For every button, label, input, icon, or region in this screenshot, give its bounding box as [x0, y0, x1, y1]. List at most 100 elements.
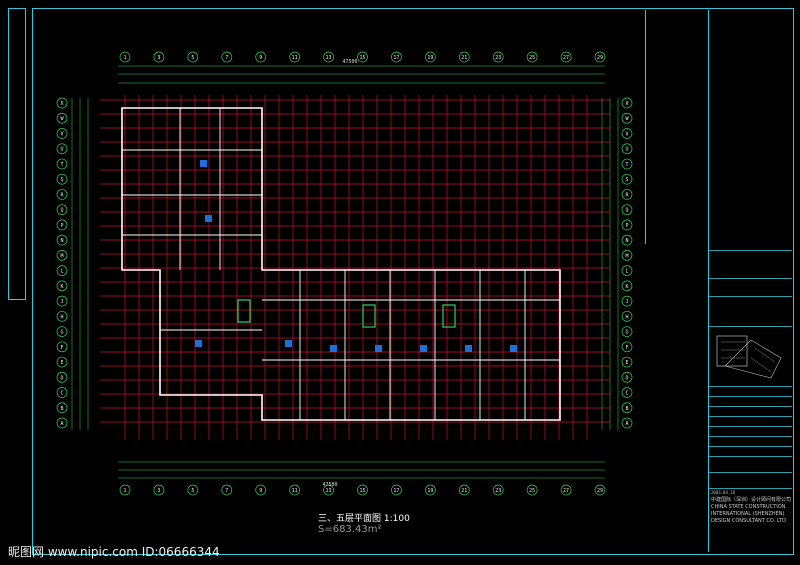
overall-dimension: 47500 [342, 59, 357, 65]
room-tag [205, 215, 212, 222]
axis-label: 17 [393, 488, 399, 494]
tb-row [709, 296, 792, 326]
axis-label: 7 [225, 55, 228, 61]
axis-label: K [60, 284, 63, 290]
drawing-area: S=683.43m² [318, 524, 382, 535]
tb-row [709, 278, 792, 296]
axis-label: G [60, 330, 63, 336]
axis-label: Q [625, 208, 628, 214]
axis-label: J [60, 299, 63, 305]
axis-label: 1 [123, 55, 126, 61]
axis-label: G [625, 330, 628, 336]
room-tag [465, 345, 472, 352]
axis-label: Q [60, 208, 63, 214]
axis-label: H [625, 314, 628, 320]
axis-label: W [60, 116, 64, 122]
tb-row [709, 386, 792, 396]
building-outline [121, 107, 561, 421]
axis-label: 15 [359, 488, 365, 494]
axis-label: 13 [326, 488, 332, 494]
axis-label: 9 [259, 488, 262, 494]
room-tag [200, 160, 207, 167]
tb-row [709, 456, 792, 472]
axis-label: T [625, 162, 628, 168]
axis-label: R [625, 192, 629, 198]
axis-bubbles-left: X W V U T S R Q P N M L K J H G F E D C B A [56, 97, 68, 429]
tb-row [709, 446, 792, 456]
axis-label: L [625, 269, 628, 275]
axis-label: X [625, 101, 628, 107]
walls [121, 107, 561, 421]
axis-label: U [625, 147, 628, 153]
company-block: 中建国际（深圳）设计顾问有限公司 CHINA STATE CONSTRUCTIO… [711, 497, 791, 525]
axis-label: 23 [495, 55, 501, 61]
watermark: 昵图网 www.nipic.com ID:06666344 [8, 545, 220, 559]
axis-label: C [60, 391, 63, 397]
tb-row [709, 436, 792, 446]
axis-label: 11 [292, 55, 298, 61]
room-tag [285, 340, 292, 347]
axis-label: 7 [225, 488, 228, 494]
axis-label: 29 [597, 55, 603, 61]
company-line: CHINA STATE CONSTRUCTION [711, 504, 786, 510]
notes-panel [645, 10, 713, 244]
tb-row [709, 406, 792, 416]
axis-label: B [625, 406, 628, 412]
axis-label: 15 [359, 55, 365, 61]
axis-label: U [60, 147, 63, 153]
axis-label: T [60, 162, 63, 168]
company-line: INTERNATIONAL (SHENZHEN) [711, 511, 785, 517]
key-plan [709, 326, 792, 386]
company-line: 中建国际（深圳）设计顾问有限公司 [711, 497, 792, 503]
axis-label: 19 [427, 488, 433, 494]
axis-label: 23 [495, 488, 501, 494]
room-tag [195, 340, 202, 347]
axis-label: A [625, 421, 628, 427]
tb-row [709, 426, 792, 436]
overall-dimension: 47500 [322, 482, 337, 488]
axis-label: M [625, 253, 628, 259]
axis-label: N [625, 238, 628, 244]
axis-label: B [60, 406, 63, 412]
axis-label: 13 [326, 55, 332, 61]
axis-label: 25 [529, 55, 535, 61]
axis-label: S [625, 177, 628, 183]
cad-sheet: 1 3 5 7 9 11 13 15 17 19 21 23 25 27 29 XWVUTSRQPNMLKJ… [0, 0, 800, 565]
axis-label: 11 [292, 488, 298, 494]
axis-label: 17 [393, 55, 399, 61]
axis-label: E [60, 360, 63, 366]
axis-label: 5 [191, 55, 194, 61]
title-block: 2003.04.18 [708, 10, 792, 552]
axis-label: D [60, 375, 63, 381]
room-tag [420, 345, 427, 352]
axis-label: 1 [123, 488, 126, 494]
axis-label: F [60, 345, 63, 351]
key-plan-thumbnail [716, 335, 782, 379]
axis-label: V [60, 131, 63, 137]
axis-label: X [60, 101, 63, 107]
axis-label: C [625, 391, 628, 397]
room-tag [375, 345, 382, 352]
axis-label: V [625, 131, 628, 137]
axis-label: J [625, 299, 628, 305]
axis-label: M [60, 253, 63, 259]
axis-label: K [625, 284, 628, 290]
axis-label: 27 [563, 488, 569, 494]
room-tag [510, 345, 517, 352]
room-tag [330, 345, 337, 352]
axis-label: D [625, 375, 628, 381]
axis-label: H [60, 314, 63, 320]
axis-label: 21 [461, 55, 467, 61]
axis-label: 27 [563, 55, 569, 61]
axis-label: R [60, 192, 64, 198]
axis-label: P [60, 223, 63, 229]
axis-label: W [625, 116, 629, 122]
axis-label: A [60, 421, 63, 427]
axis-label: F [625, 345, 628, 351]
axis-label: L [60, 269, 63, 275]
axis-bubbles-right: X W V U T S R Q P N M L K J H G F E D C B A [621, 97, 633, 429]
date-text: 2003.04.18 [711, 490, 736, 495]
axis-bubbles-bottom: 1 3 5 7 9 11 13 15 17 19 21 23 25 27 29 [119, 484, 606, 496]
axis-label: 3 [157, 488, 160, 494]
axis-label: 3 [157, 55, 160, 61]
